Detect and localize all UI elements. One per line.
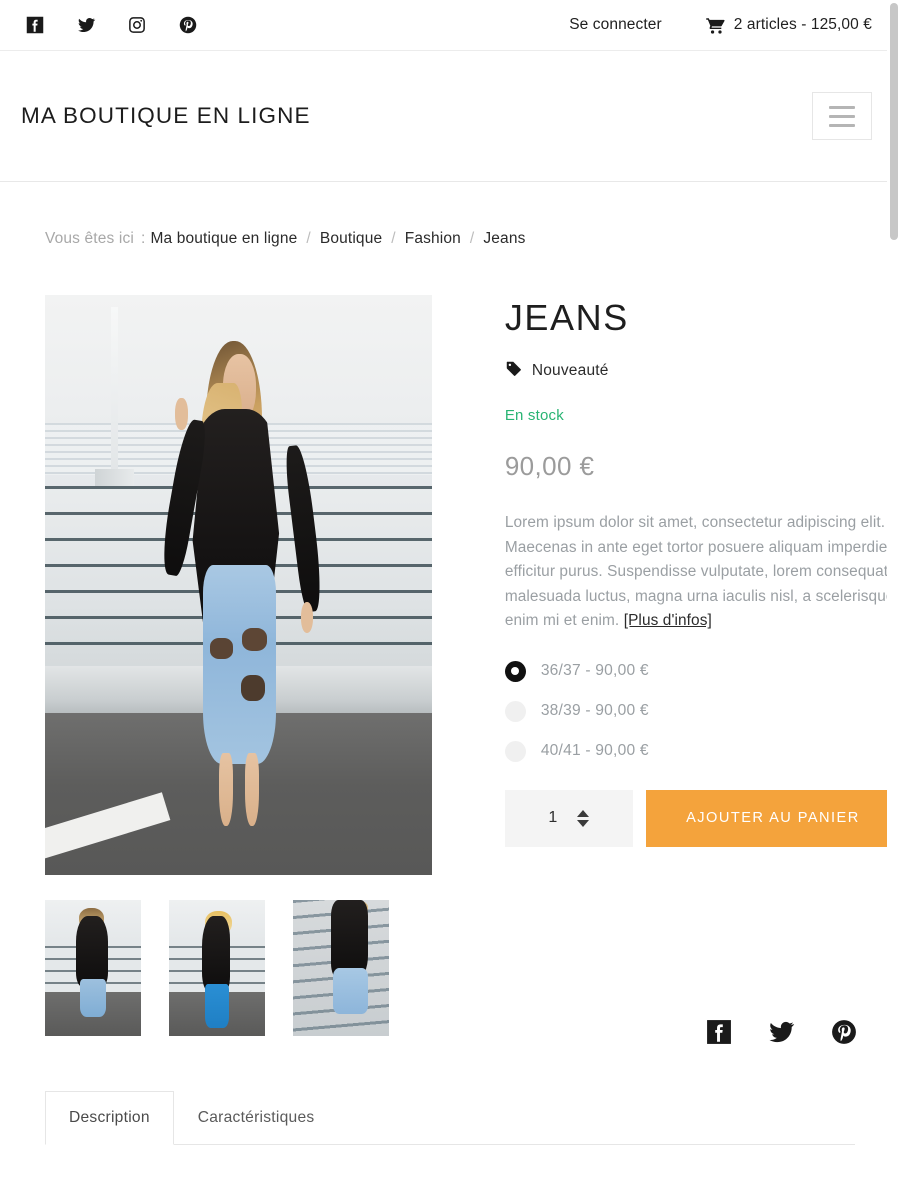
- stepper-up-icon[interactable]: [577, 809, 590, 817]
- site-title: MA BOUTIQUE EN LIGNE: [21, 103, 311, 128]
- breadcrumb-separator: /: [306, 230, 311, 247]
- cart-link[interactable]: 2 articles - 125,00 €: [705, 16, 872, 34]
- twitter-icon[interactable]: [75, 14, 97, 36]
- status-badge: Nouveauté: [505, 360, 900, 382]
- thumb-jeans: [333, 968, 368, 1015]
- topbar-actions: Se connecter 2 articles - 125,00 €: [569, 16, 872, 34]
- breadcrumb-item-home[interactable]: Ma boutique en ligne: [150, 230, 297, 248]
- jeans-rip: [240, 674, 265, 701]
- size-option-38-39[interactable]: 38/39 - 90,00 €: [504, 700, 900, 722]
- product-section: JEANS Nouveauté En stock 90,00 € Lorem i…: [0, 248, 900, 1045]
- page-scrollbar[interactable]: [887, 0, 900, 1200]
- stock-status: En stock: [504, 407, 564, 424]
- size-option-label: 40/41 - 90,00 €: [540, 742, 649, 760]
- hamburger-icon[interactable]: [812, 92, 872, 140]
- hamburger-bar: [829, 114, 855, 118]
- breadcrumb-separator: /: [391, 230, 396, 247]
- top-bar: Se connecter 2 articles - 125,00 €: [0, 0, 900, 51]
- thumb-top: [201, 916, 231, 993]
- thumb-top: [75, 916, 109, 988]
- thumbnail-1[interactable]: [45, 900, 141, 1036]
- facebook-icon[interactable]: [24, 14, 46, 36]
- share-links: [505, 1019, 900, 1045]
- add-to-cart-button[interactable]: AJOUTER AU PANIER: [645, 789, 900, 847]
- twitter-icon[interactable]: [768, 1019, 795, 1045]
- breadcrumb-prefix: Vous êtes ici: [45, 230, 134, 247]
- breadcrumb-item-fashion[interactable]: Fashion: [405, 230, 461, 248]
- model-left-hand: [175, 398, 189, 430]
- breadcrumb-item-boutique[interactable]: Boutique: [320, 230, 382, 248]
- site-header: MA BOUTIQUE EN LIGNE: [0, 51, 900, 182]
- size-option-label: 38/39 - 90,00 €: [540, 702, 649, 720]
- photo-model: [157, 336, 325, 858]
- purchase-controls: 1 AJOUTER AU PANIER: [504, 789, 900, 847]
- quantity-stepper[interactable]: 1: [504, 789, 633, 847]
- model-left-leg: [218, 753, 233, 827]
- login-link[interactable]: Se connecter: [569, 16, 662, 34]
- quantity-value: 1: [548, 809, 558, 827]
- badge-label: Nouveauté: [531, 362, 609, 379]
- product-main-image[interactable]: [45, 295, 432, 875]
- page-title: JEANS: [504, 297, 629, 338]
- size-option-40-41[interactable]: 40/41 - 90,00 €: [504, 740, 900, 762]
- product-tabs: Description Caractéristiques: [45, 1090, 855, 1145]
- tab-caracteristiques[interactable]: Caractéristiques: [174, 1091, 339, 1145]
- breadcrumb: Vous êtes ici : Ma boutique en ligne / B…: [0, 182, 900, 248]
- product-page: Se connecter 2 articles - 125,00 € MA BO…: [0, 0, 900, 1200]
- product-description: Lorem ipsum dolor sit amet, consectetur …: [505, 511, 900, 634]
- instagram-icon[interactable]: [126, 14, 148, 36]
- size-option-36-37[interactable]: 36/37 - 90,00 €: [504, 660, 900, 682]
- radio-icon[interactable]: [504, 740, 526, 762]
- social-links: [24, 14, 199, 36]
- thumbnail-strip: [45, 900, 472, 1036]
- product-details: JEANS Nouveauté En stock 90,00 € Lorem i…: [504, 295, 900, 1045]
- pinterest-icon[interactable]: [831, 1019, 857, 1045]
- hamburger-bar: [829, 123, 855, 127]
- more-info-link[interactable]: [Plus d'infos]: [624, 612, 712, 629]
- thumbnail-2[interactable]: [169, 900, 265, 1036]
- cart-label: 2 articles - 125,00 €: [733, 16, 872, 33]
- pinterest-icon[interactable]: [177, 14, 199, 36]
- thumb-jeans: [79, 978, 107, 1017]
- size-options: 36/37 - 90,00 € 38/39 - 90,00 € 40/41 - …: [504, 660, 900, 762]
- facebook-icon[interactable]: [706, 1019, 732, 1045]
- jeans-rip: [242, 627, 268, 652]
- model-right-leg: [245, 753, 260, 827]
- stepper-arrows-icon[interactable]: [577, 809, 590, 827]
- stepper-down-icon[interactable]: [577, 819, 590, 827]
- hamburger-bar: [829, 105, 855, 109]
- radio-icon[interactable]: [504, 700, 526, 722]
- model-jeans: [203, 565, 276, 764]
- cart-icon: [705, 17, 725, 34]
- breadcrumb-colon: :: [140, 230, 146, 247]
- jeans-rip: [210, 638, 233, 660]
- product-gallery: [45, 295, 472, 1045]
- breadcrumb-item-current: Jeans: [483, 230, 526, 247]
- thumbnail-3[interactable]: [293, 900, 389, 1036]
- scrollbar-thumb[interactable]: [890, 3, 898, 240]
- product-price: 90,00 €: [504, 451, 595, 481]
- size-option-label: 36/37 - 90,00 €: [540, 662, 649, 680]
- breadcrumb-separator: /: [469, 230, 475, 247]
- thumb-jeans: [205, 984, 229, 1028]
- tab-description[interactable]: Description: [45, 1090, 174, 1145]
- model-right-hand: [300, 601, 314, 634]
- tag-icon: [505, 360, 522, 382]
- radio-selected-icon[interactable]: [504, 660, 526, 682]
